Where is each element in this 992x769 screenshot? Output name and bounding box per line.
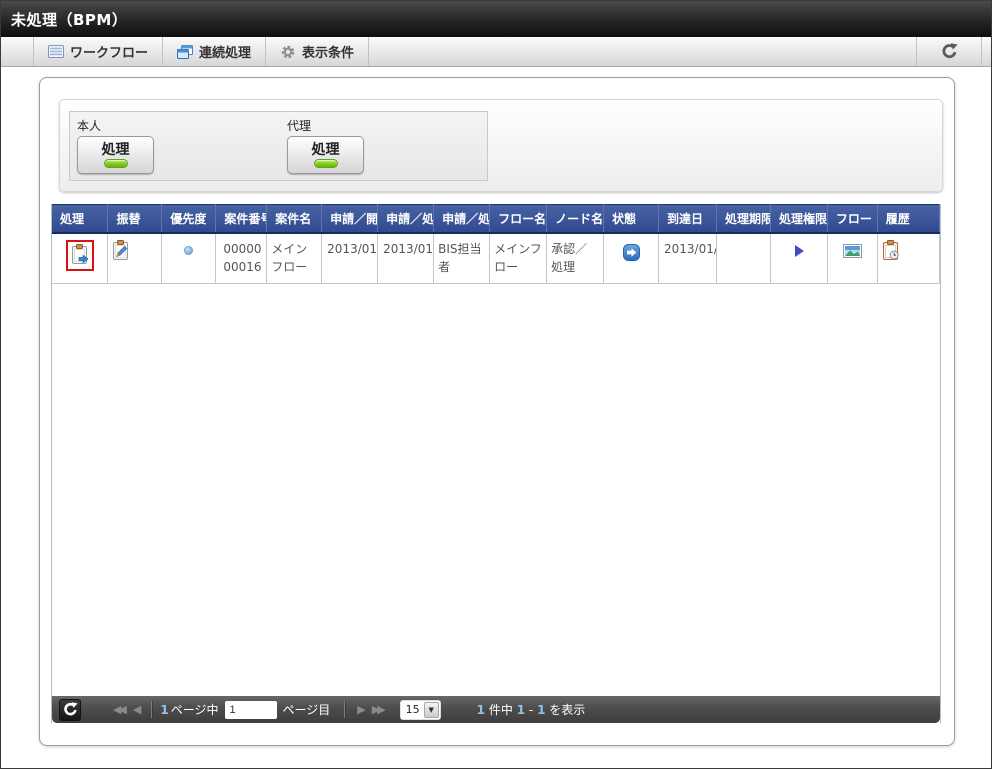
history-clipboard-clock-icon[interactable] xyxy=(882,240,935,262)
authority-play-icon xyxy=(793,244,805,258)
col-authority[interactable]: 処理権限 xyxy=(770,205,827,233)
self-process-button[interactable]: 処理 xyxy=(77,136,154,174)
self-process-group: 本人 処理 xyxy=(77,117,154,174)
proxy-process-button-label: 処理 xyxy=(312,143,340,157)
flow-cell xyxy=(827,233,877,284)
continuous-process-button-label: 連続処理 xyxy=(199,42,251,61)
col-apply-start[interactable]: 申請／開始 xyxy=(322,205,378,233)
flow-name-cell: メインフロー xyxy=(490,233,547,284)
process-cell xyxy=(52,233,108,284)
self-label: 本人 xyxy=(77,117,154,134)
history-cell xyxy=(877,233,939,284)
transfer-cell xyxy=(108,233,162,284)
col-flow[interactable]: フロー xyxy=(827,205,877,233)
title-bar: 未処理（BPM） xyxy=(1,1,991,37)
apply-start-cell: 2013/01/2 xyxy=(322,233,378,284)
col-case-number[interactable]: 案件番号 xyxy=(216,205,267,233)
windows-icon xyxy=(177,45,193,59)
display-conditions-button[interactable]: 表示条件 xyxy=(265,37,369,66)
continuous-process-button[interactable]: 連続処理 xyxy=(162,37,266,66)
self-process-button-label: 処理 xyxy=(102,143,130,157)
process-group-box: 本人 処理 代理 処理 xyxy=(69,111,488,181)
chevron-down-icon: ▼ xyxy=(424,702,439,718)
priority-dot-icon xyxy=(184,246,193,255)
workflow-button-label: ワークフロー xyxy=(70,42,148,61)
next-page-button[interactable]: ▶ xyxy=(357,703,362,716)
col-history[interactable]: 履歴 xyxy=(877,205,939,233)
pages-unit-label: ページ中 xyxy=(171,701,219,718)
page-title: 未処理（BPM） xyxy=(11,9,127,30)
col-case-name[interactable]: 案件名 xyxy=(267,205,322,233)
page-size-value: 15 xyxy=(401,703,424,716)
col-node-name[interactable]: ノード名 xyxy=(547,205,604,233)
col-deadline[interactable]: 処理期限日 xyxy=(717,205,771,233)
workflow-list-icon xyxy=(48,45,64,58)
applicant-cell: BIS担当者 xyxy=(434,233,490,284)
process-clipboard-arrow-icon[interactable] xyxy=(71,244,89,267)
record-total: 1 xyxy=(477,703,485,717)
deadline-cell xyxy=(717,233,771,284)
divider xyxy=(344,701,345,718)
transfer-clipboard-edit-icon[interactable] xyxy=(112,240,157,262)
pagination-bar: ◀◀ ◀ 1 ページ中 ページ目 ▶ ▶▶ 15 ▼ 1 件中 1 - xyxy=(52,696,940,723)
table-row: 0000000016 メインフロー 2013/01/2 2013/01/2 BI… xyxy=(52,233,940,284)
node-name-cell: 承認／処理 xyxy=(547,233,604,284)
flow-image-icon[interactable] xyxy=(843,244,862,258)
proxy-process-button[interactable]: 処理 xyxy=(287,136,364,174)
display-conditions-button-label: 表示条件 xyxy=(302,42,354,61)
record-from: 1 xyxy=(517,703,525,717)
divider xyxy=(151,701,152,718)
pagination-refresh-button[interactable] xyxy=(59,699,81,721)
status-arrow-icon xyxy=(623,244,640,261)
apply-process-cell: 2013/01/2 xyxy=(378,233,434,284)
authority-cell xyxy=(770,233,827,284)
proxy-process-group: 代理 処理 xyxy=(287,117,364,174)
table-header-row: 処理 振替 優先度 案件番号 案件名 申請／開始 申請／処理 申請／処理 フロー… xyxy=(52,205,940,233)
first-page-button[interactable]: ◀◀ xyxy=(113,703,124,716)
gear-icon xyxy=(280,44,296,60)
refresh-icon xyxy=(63,702,78,717)
status-cell xyxy=(604,233,659,284)
green-indicator-icon xyxy=(314,159,338,168)
last-page-button[interactable]: ▶▶ xyxy=(372,703,383,716)
page-size-select[interactable]: 15 ▼ xyxy=(400,700,441,720)
total-pages-value: 1 xyxy=(160,703,168,717)
col-process[interactable]: 処理 xyxy=(52,205,108,233)
task-table: 処理 振替 優先度 案件番号 案件名 申請／開始 申請／処理 申請／処理 フロー… xyxy=(52,204,940,284)
col-transfer[interactable]: 振替 xyxy=(108,205,162,233)
col-apply-processor[interactable]: 申請／処理 xyxy=(434,205,490,233)
action-panel: 本人 処理 代理 処理 xyxy=(59,99,943,192)
workflow-button[interactable]: ワークフロー xyxy=(33,37,163,66)
record-to: 1 xyxy=(537,703,545,717)
col-arrival-date[interactable]: 到達日 xyxy=(659,205,717,233)
case-name-cell: メインフロー xyxy=(267,233,322,284)
app-window: 未処理（BPM） ワークフロー 連続処理 表示条件 xyxy=(0,0,992,769)
page-number-input[interactable] xyxy=(225,701,277,719)
record-info: 1 件中 1 - 1 を表示 xyxy=(477,701,586,718)
page-unit-label: ページ目 xyxy=(283,701,331,718)
record-suffix: を表示 xyxy=(549,703,585,717)
col-apply-process[interactable]: 申請／処理 xyxy=(378,205,434,233)
case-number-cell[interactable]: 0000000016 xyxy=(216,233,267,284)
proxy-label: 代理 xyxy=(287,117,364,134)
col-flow-name[interactable]: フロー名 xyxy=(490,205,547,233)
task-list-container: 処理 振替 優先度 案件番号 案件名 申請／開始 申請／処理 申請／処理 フロー… xyxy=(51,204,941,723)
arrival-date-cell: 2013/01/2 xyxy=(659,233,717,284)
green-indicator-icon xyxy=(104,159,128,168)
record-total-unit: 件中 xyxy=(489,703,513,717)
content-container: 本人 処理 代理 処理 xyxy=(39,77,955,746)
priority-cell xyxy=(162,233,216,284)
prev-page-button[interactable]: ◀ xyxy=(133,703,138,716)
toolbar: ワークフロー 連続処理 表示条件 xyxy=(1,37,991,67)
col-status[interactable]: 状態 xyxy=(604,205,659,233)
refresh-icon xyxy=(941,43,958,60)
col-priority[interactable]: 優先度 xyxy=(162,205,216,233)
record-dash: - xyxy=(529,703,533,717)
highlight-red-box xyxy=(66,240,94,271)
toolbar-refresh-button[interactable] xyxy=(916,37,982,66)
